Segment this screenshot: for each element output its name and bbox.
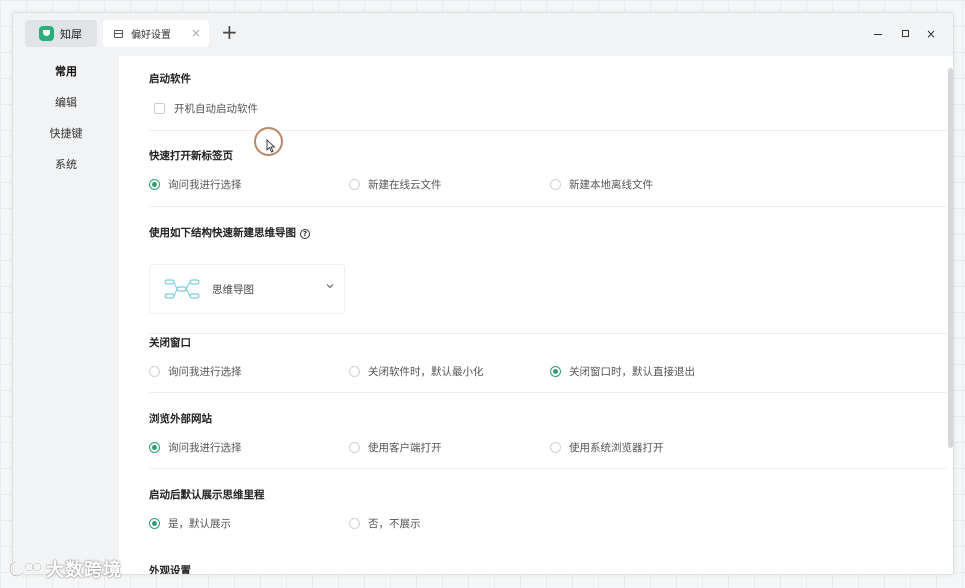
show-process-option-no[interactable]: 否，不展示: [349, 516, 421, 531]
autostart-label: 开机自动启动软件: [174, 103, 258, 115]
structure-select-value: 思维导图: [212, 283, 254, 296]
tab-label: 偏好设置: [131, 30, 171, 41]
watermark: 大数跨境: [8, 556, 122, 582]
option-label: 新建本地离线文件: [569, 179, 653, 191]
preferences-window: 知犀 偏好设置 × + × 常用 编辑 快捷键 系统 启动软件 开机自动启动软件…: [12, 12, 954, 575]
minimize-button[interactable]: [870, 26, 886, 42]
section-title-startup: 启动软件: [149, 73, 191, 85]
section-title-close-window: 关闭窗口: [149, 337, 191, 349]
section-title-show-process: 启动后默认展示思维里程: [149, 489, 265, 501]
option-label: 关闭软件时，默认最小化: [368, 366, 484, 378]
sidebar-item-general[interactable]: 常用: [13, 62, 119, 82]
sidebar-item-edit[interactable]: 编辑: [13, 93, 119, 113]
divider: [149, 206, 947, 207]
section-title-browse-external: 浏览外部网站: [149, 413, 212, 425]
watermark-logo-icon: [8, 560, 42, 578]
option-label: 是，默认展示: [168, 518, 231, 530]
tab-close-icon[interactable]: ×: [191, 26, 201, 40]
show-process-option-yes[interactable]: 是，默认展示: [149, 516, 231, 531]
radio-button[interactable]: [149, 179, 160, 190]
radio-button[interactable]: [149, 518, 160, 529]
app-home-tab[interactable]: 知犀: [25, 20, 97, 47]
quick-open-option-local[interactable]: 新建本地离线文件: [550, 177, 653, 192]
section-title-structure: 使用如下结构快速新建思维导图?: [149, 225, 310, 240]
minimize-icon: [874, 34, 882, 35]
maximize-button[interactable]: [897, 26, 913, 42]
structure-title-text: 使用如下结构快速新建思维导图: [149, 227, 296, 239]
settings-sidebar: 常用 编辑 快捷键 系统: [13, 56, 119, 574]
divider: [149, 333, 947, 334]
close-window-button[interactable]: ×: [923, 26, 939, 42]
title-bar: 知犀 偏好设置 × + ×: [13, 13, 953, 56]
radio-button[interactable]: [349, 518, 360, 529]
watermark-text: 大数跨境: [46, 560, 122, 581]
radio-button[interactable]: [149, 442, 160, 453]
app-name: 知犀: [60, 27, 82, 41]
radio-button[interactable]: [349, 179, 360, 190]
app-logo-icon: [39, 26, 54, 41]
option-label: 使用系统浏览器打开: [569, 442, 664, 454]
mindmap-thumbnail-icon: [164, 279, 200, 299]
mouse-cursor-icon: [266, 139, 276, 153]
quick-open-option-cloud[interactable]: 新建在线云文件: [349, 177, 442, 192]
new-tab-button[interactable]: +: [221, 22, 238, 42]
settings-content: 启动软件 开机自动启动软件 快速打开新标签页 询问我进行选择 新建在线云文件 新…: [119, 56, 953, 574]
tab-preferences[interactable]: 偏好设置 ×: [103, 20, 209, 47]
section-title-quick-open: 快速打开新标签页: [149, 150, 233, 162]
chevron-down-icon: [326, 284, 334, 289]
radio-button[interactable]: [349, 366, 360, 377]
option-label: 关闭窗口时，默认直接退出: [569, 366, 695, 378]
browse-option-ask[interactable]: 询问我进行选择: [149, 440, 242, 455]
sidebar-item-system[interactable]: 系统: [13, 155, 119, 175]
autostart-option[interactable]: 开机自动启动软件: [154, 101, 258, 116]
divider: [149, 468, 947, 469]
browse-option-client[interactable]: 使用客户端打开: [349, 440, 442, 455]
option-label: 使用客户端打开: [368, 442, 442, 454]
radio-button[interactable]: [149, 366, 160, 377]
radio-button[interactable]: [349, 442, 360, 453]
window-icon: [114, 29, 123, 38]
vertical-scrollbar[interactable]: [948, 68, 953, 448]
option-label: 询问我进行选择: [168, 442, 242, 454]
close-option-exit[interactable]: 关闭窗口时，默认直接退出: [550, 364, 695, 379]
structure-select[interactable]: 思维导图: [149, 264, 345, 314]
autostart-checkbox[interactable]: [154, 103, 165, 114]
close-option-minimize[interactable]: 关闭软件时，默认最小化: [349, 364, 484, 379]
maximize-icon: [901, 30, 909, 37]
browse-option-system-browser[interactable]: 使用系统浏览器打开: [550, 440, 664, 455]
quick-open-option-ask[interactable]: 询问我进行选择: [149, 177, 242, 192]
divider: [149, 392, 947, 393]
radio-button[interactable]: [550, 179, 561, 190]
help-icon[interactable]: ?: [300, 229, 310, 239]
radio-button[interactable]: [550, 366, 561, 377]
option-label: 否，不展示: [368, 518, 421, 530]
sidebar-item-shortcuts[interactable]: 快捷键: [13, 124, 119, 144]
option-label: 新建在线云文件: [368, 179, 442, 191]
option-label: 询问我进行选择: [168, 179, 242, 191]
option-label: 询问我进行选择: [168, 366, 242, 378]
radio-button[interactable]: [550, 442, 561, 453]
section-title-appearance: 外观设置: [149, 565, 191, 575]
close-option-ask[interactable]: 询问我进行选择: [149, 364, 242, 379]
